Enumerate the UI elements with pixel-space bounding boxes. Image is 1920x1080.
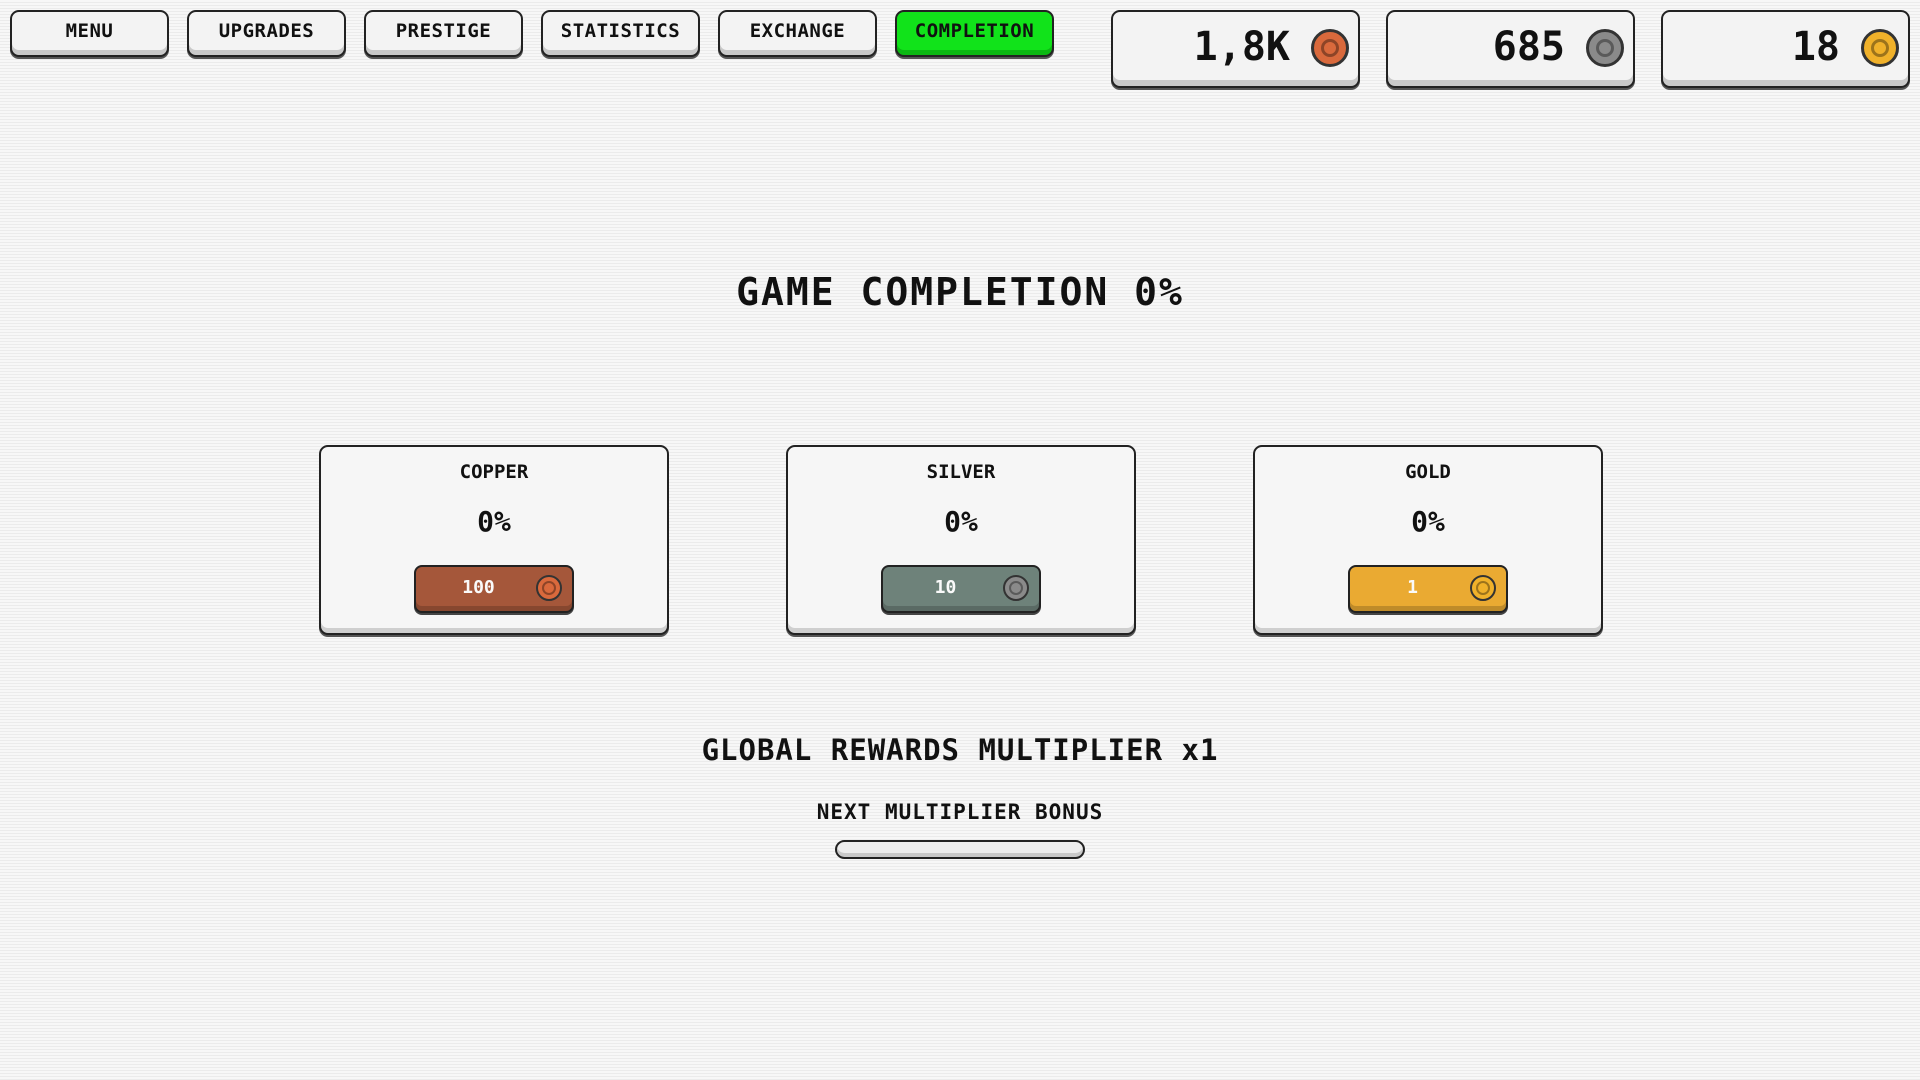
statistics-button[interactable]: STATISTICS [541, 10, 700, 57]
completion-button[interactable]: COMPLETION [895, 10, 1054, 57]
silver-amount: 685 [1492, 24, 1565, 70]
copper-counter: 1,8K [1111, 10, 1360, 88]
copper-card: COPPER 0% 100 [319, 445, 669, 635]
next-bonus-label: NEXT MULTIPLIER BONUS [816, 800, 1104, 824]
card-title: SILVER [926, 461, 996, 483]
card-title: GOLD [1405, 461, 1451, 483]
gold-coin-icon [1470, 575, 1496, 601]
copper-buy-button[interactable]: 100 [414, 565, 574, 613]
silver-buy-button[interactable]: 10 [881, 565, 1041, 613]
card-percent: 0% [944, 505, 978, 538]
upgrades-button[interactable]: UPGRADES [187, 10, 346, 57]
gold-card: GOLD 0% 1 [1253, 445, 1603, 635]
copper-coin-icon [1311, 29, 1349, 67]
menu-button[interactable]: MENU [10, 10, 169, 57]
global-multiplier-label: GLOBAL REWARDS MULTIPLIER x1 [701, 733, 1219, 767]
prestige-button[interactable]: PRESTIGE [364, 10, 523, 57]
button-cost: 100 [462, 577, 495, 598]
gold-coin-icon [1861, 29, 1899, 67]
page-title: GAME COMPLETION 0% [736, 270, 1184, 314]
card-percent: 0% [1411, 505, 1445, 538]
silver-coin-icon [1586, 29, 1624, 67]
silver-card: SILVER 0% 10 [786, 445, 1136, 635]
gold-counter: 18 [1661, 10, 1910, 88]
exchange-button[interactable]: EXCHANGE [718, 10, 877, 57]
gold-amount: 18 [1791, 24, 1840, 70]
copper-coin-icon [536, 575, 562, 601]
card-title: COPPER [459, 461, 529, 483]
copper-amount: 1,8K [1193, 24, 1290, 70]
button-cost: 1 [1407, 577, 1418, 598]
silver-counter: 685 [1386, 10, 1635, 88]
next-bonus-progress-bar [835, 840, 1085, 859]
button-cost: 10 [934, 577, 957, 598]
gold-buy-button[interactable]: 1 [1348, 565, 1508, 613]
silver-coin-icon [1003, 575, 1029, 601]
card-percent: 0% [477, 505, 511, 538]
